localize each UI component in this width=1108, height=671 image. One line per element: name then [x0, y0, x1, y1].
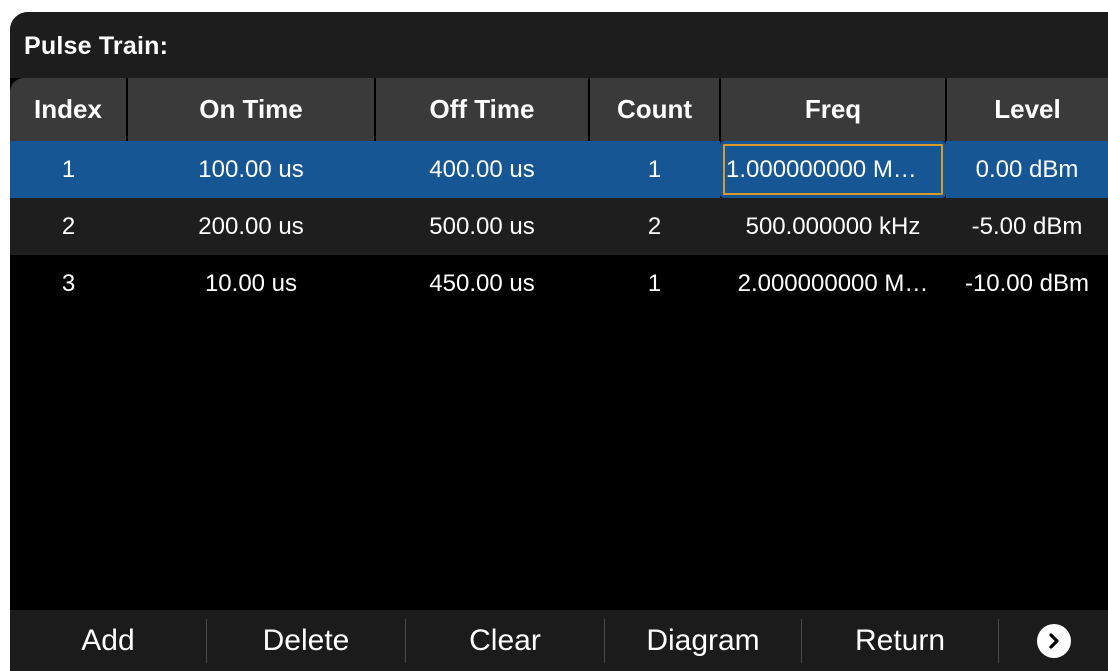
title-bar: Pulse Train: [10, 12, 1108, 78]
return-button[interactable]: Return [802, 610, 998, 671]
table-row[interactable]: 3 10.00 us 450.00 us 1 2.000000000 M… -1… [10, 255, 1108, 312]
pulse-train-table-area: Index On Time Off Time Count Freq Level … [10, 78, 1108, 610]
column-header-off-time[interactable]: Off Time [375, 78, 590, 141]
cell-count[interactable]: 1 [589, 141, 720, 198]
column-header-level[interactable]: Level [946, 78, 1108, 141]
cell-on-time[interactable]: 200.00 us [127, 198, 375, 255]
add-button[interactable]: Add [10, 610, 206, 671]
cell-off-time[interactable]: 450.00 us [375, 255, 589, 312]
pulse-train-table: Index On Time Off Time Count Freq Level … [10, 78, 1108, 312]
diagram-button[interactable]: Diagram [605, 610, 801, 671]
column-header-count[interactable]: Count [589, 78, 721, 141]
cell-level[interactable]: -10.00 dBm [946, 255, 1108, 312]
cell-freq[interactable]: 500.000000 kHz [720, 198, 946, 255]
cell-index[interactable]: 1 [10, 141, 127, 198]
chevron-right-circle-icon [1036, 623, 1071, 658]
cell-freq-editing[interactable]: 1.000000000 M… [720, 141, 946, 198]
cell-on-time[interactable]: 100.00 us [127, 141, 375, 198]
column-header-on-time[interactable]: On Time [127, 78, 376, 141]
cell-on-time[interactable]: 10.00 us [127, 255, 375, 312]
table-row[interactable]: 2 200.00 us 500.00 us 2 500.000000 kHz -… [10, 198, 1108, 255]
cell-index[interactable]: 2 [10, 198, 127, 255]
cell-off-time[interactable]: 500.00 us [375, 198, 589, 255]
cell-count[interactable]: 1 [589, 255, 720, 312]
table-header-row: Index On Time Off Time Count Freq Level [10, 78, 1108, 141]
instrument-screen: Pulse Train: Index On Time Off Time Coun… [10, 12, 1108, 671]
cell-index[interactable]: 3 [10, 255, 127, 312]
column-header-freq[interactable]: Freq [720, 78, 947, 141]
cell-count[interactable]: 2 [589, 198, 720, 255]
page-title: Pulse Train: [24, 32, 169, 60]
table-row[interactable]: 1 100.00 us 400.00 us 1 1.000000000 M… 0… [10, 141, 1108, 198]
cell-freq[interactable]: 2.000000000 M… [720, 255, 946, 312]
clear-button[interactable]: Clear [406, 610, 604, 671]
next-page-button[interactable] [999, 610, 1108, 671]
cell-level[interactable]: -5.00 dBm [946, 198, 1108, 255]
cell-level[interactable]: 0.00 dBm [946, 141, 1108, 198]
column-header-index[interactable]: Index [10, 78, 128, 141]
delete-button[interactable]: Delete [207, 610, 405, 671]
softkey-toolbar: Add Delete Clear Diagram Return [10, 610, 1108, 671]
cell-off-time[interactable]: 400.00 us [375, 141, 589, 198]
